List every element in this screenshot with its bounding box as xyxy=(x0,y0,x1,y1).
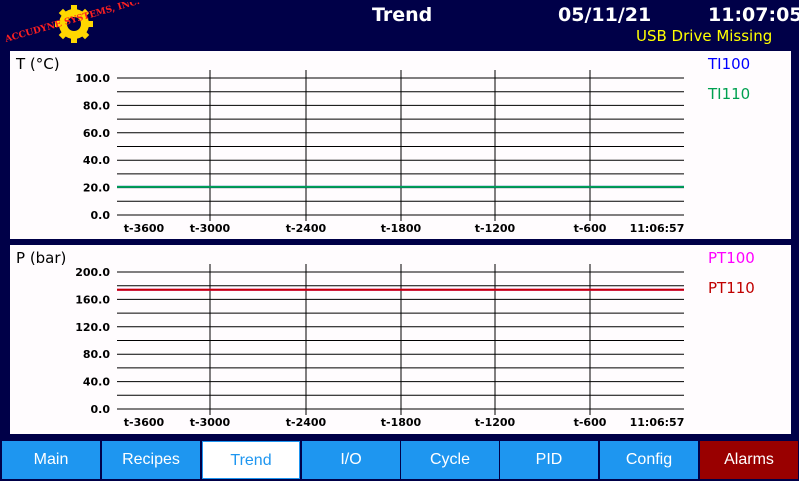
temp-x-tick-label: t-600 xyxy=(574,222,607,235)
pres-y-tick-label: 40.0 xyxy=(83,376,110,389)
legend-pt100: PT100 xyxy=(708,249,755,267)
nav-cycle[interactable]: Cycle xyxy=(401,441,499,479)
nav-config[interactable]: Config xyxy=(600,441,698,479)
legend-ti110: TI110 xyxy=(708,85,751,103)
temp-y-tick-label: 100.0 xyxy=(75,72,110,85)
pres-y-tick-label: 0.0 xyxy=(91,403,111,416)
pres-y-tick-label: 80.0 xyxy=(83,348,110,361)
temperature-axis-label: T (°C) xyxy=(16,55,60,73)
pressure-chart: 200.0 160.0 120.0 80.0 40.0 0.0 t-3600 t-3000 t-… xyxy=(75,264,685,429)
temp-y-tick-label: 80.0 xyxy=(83,99,110,112)
temp-y-tick-label: 60.0 xyxy=(83,127,110,140)
nav-io[interactable]: I/O xyxy=(302,441,400,479)
legend-ti100: TI100 xyxy=(708,55,751,73)
temp-x-tick-label: t-3000 xyxy=(190,222,231,235)
temp-x-tick-label: t-1200 xyxy=(475,222,516,235)
pres-y-tick-label: 200.0 xyxy=(75,266,110,279)
pressure-trend-panel: 200.0 160.0 120.0 80.0 40.0 0.0 t-3600 t-3000 t-… xyxy=(10,245,791,434)
time-display: 11:07:05 xyxy=(708,4,799,26)
temperature-chart: 100.0 80.0 60.0 40.0 20.0 0.0 t-3600 t-3000 t-24… xyxy=(75,70,685,235)
nav-recipes[interactable]: Recipes xyxy=(102,441,200,479)
pres-x-tick-label: t-600 xyxy=(574,416,607,429)
nav-trend[interactable]: Trend xyxy=(202,441,300,479)
temp-x-tick-label: t-2400 xyxy=(286,222,327,235)
temp-x-tick-label: t-3600 xyxy=(124,222,165,235)
temp-y-tick-label: 0.0 xyxy=(91,209,111,222)
temp-x-tick-label: t-1800 xyxy=(381,222,422,235)
pressure-axis-label: P (bar) xyxy=(16,249,67,267)
pres-x-tick-label: t-3600 xyxy=(124,416,165,429)
temperature-trend-panel: 100.0 80.0 60.0 40.0 20.0 0.0 t-3600 t-3000 t-24… xyxy=(10,51,791,239)
pres-x-tick-label: 11:06:57 xyxy=(630,416,685,429)
temp-y-tick-label: 40.0 xyxy=(83,154,110,167)
pres-y-tick-label: 160.0 xyxy=(75,293,110,306)
temp-x-tick-label: 11:06:57 xyxy=(630,222,685,235)
temp-y-tick-label: 20.0 xyxy=(83,182,110,195)
nav-alarms[interactable]: Alarms xyxy=(700,441,798,479)
pres-x-tick-label: t-3000 xyxy=(190,416,231,429)
pres-x-tick-label: t-2400 xyxy=(286,416,327,429)
usb-status-message: USB Drive Missing xyxy=(636,27,773,45)
page-title: Trend xyxy=(372,4,433,26)
pres-y-tick-label: 120.0 xyxy=(75,321,110,334)
legend-pt110: PT110 xyxy=(708,279,755,297)
pres-x-tick-label: t-1200 xyxy=(475,416,516,429)
date-display: 05/11/21 xyxy=(558,4,652,26)
bottom-navigation: Main Recipes Trend I/O Cycle PID Config … xyxy=(0,440,799,481)
nav-main[interactable]: Main xyxy=(2,441,100,479)
nav-pid[interactable]: PID xyxy=(500,441,598,479)
accudyne-logo: ACCUDYNE SYSTEMS, INC. xyxy=(3,2,141,45)
header-bar: ACCUDYNE SYSTEMS, INC. Trend 05/11/21 11… xyxy=(0,0,799,50)
pres-x-tick-label: t-1800 xyxy=(381,416,422,429)
